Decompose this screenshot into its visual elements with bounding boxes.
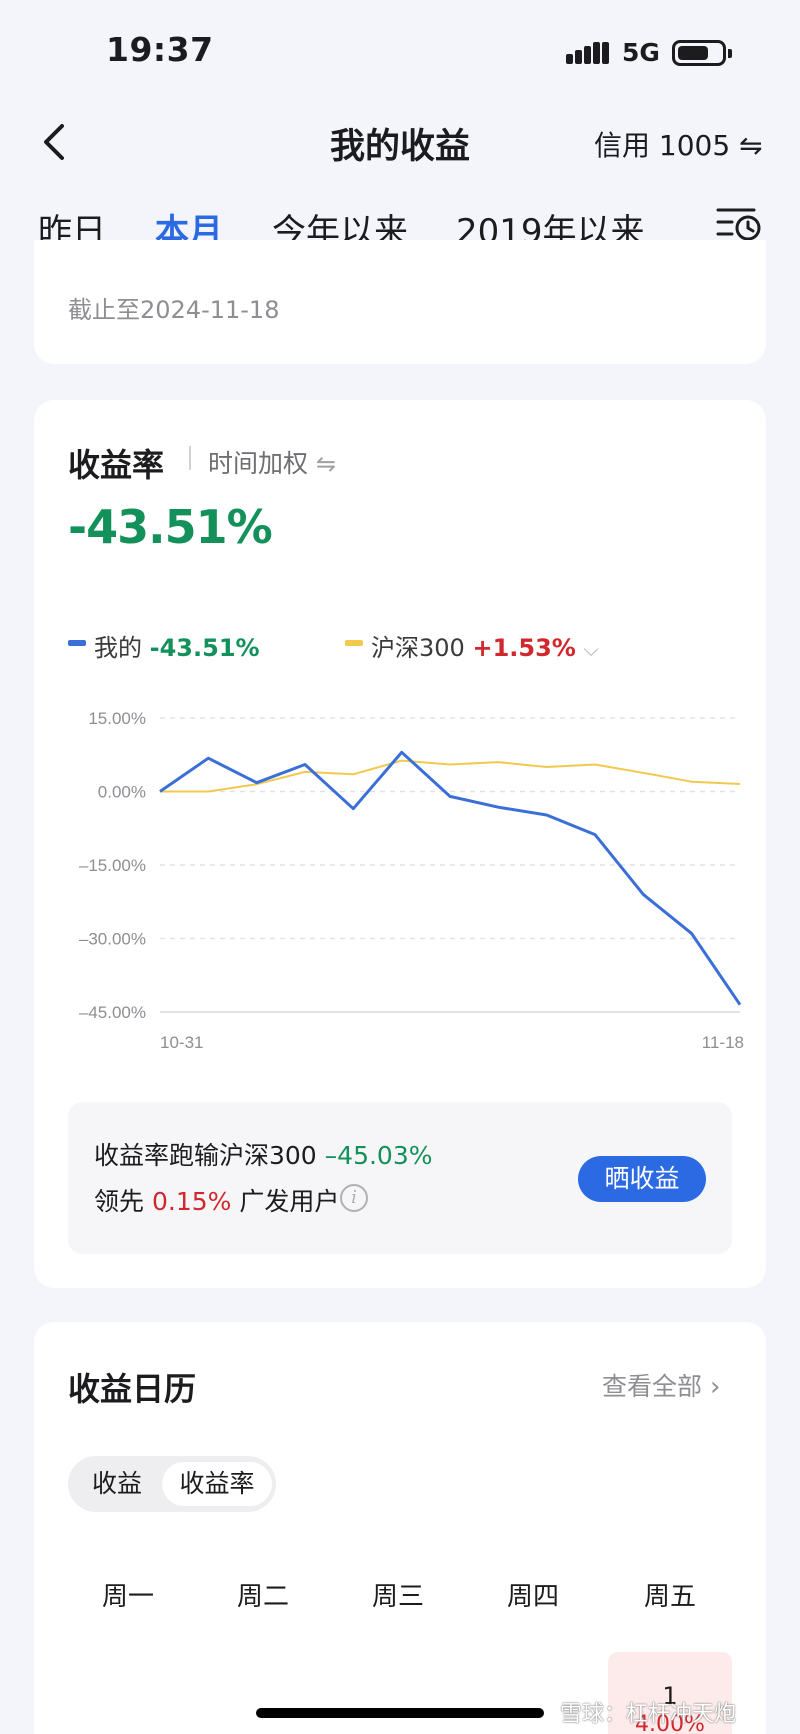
peer-rank-line: 领先 0.15% 广发用户 bbox=[94, 1182, 339, 1218]
legend-mine: 我的 -43.51% bbox=[94, 628, 260, 663]
legend-value-mine: -43.51% bbox=[149, 634, 260, 662]
status-time: 19:37 bbox=[106, 30, 214, 69]
legend-value-csi300: +1.53% bbox=[472, 634, 576, 662]
peer-rank-prefix: 领先 bbox=[94, 1187, 145, 1216]
return-rate-title: 收益率 bbox=[68, 446, 165, 484]
y-tick-label: –45.00% bbox=[79, 1003, 146, 1022]
weekday-mon: 周一 bbox=[101, 1582, 154, 1612]
peer-rank-suffix: 广发用户 bbox=[239, 1187, 340, 1216]
return-rate-line-chart: 15.00% 0.00% –15.00% –30.00% –45.00% 10-31 11-… bbox=[79, 709, 744, 1050]
network-type: 5G bbox=[622, 38, 660, 67]
peer-rank-value: 0.15% bbox=[151, 1187, 232, 1216]
x-tick-label: 10-31 bbox=[160, 1033, 203, 1050]
x-tick-label: 11-18 bbox=[702, 1033, 744, 1050]
legend-label-csi300: 沪深300 bbox=[371, 634, 465, 662]
vs-benchmark-line: 收益率跑输沪深300 –45.03% bbox=[94, 1136, 433, 1172]
share-returns-button[interactable]: 晒收益 bbox=[578, 1156, 706, 1202]
segment-return-rate[interactable]: 收益率 bbox=[162, 1462, 272, 1506]
legend-label-mine: 我的 bbox=[94, 634, 142, 662]
as-of-date: 截止至2024-11-18 bbox=[68, 296, 280, 324]
chevron-right-icon: › bbox=[709, 1372, 721, 1402]
view-all-label: 查看全部 bbox=[602, 1372, 703, 1401]
signal-icon bbox=[566, 42, 609, 64]
back-chevron-icon[interactable] bbox=[40, 120, 70, 164]
weekday-fri: 周五 bbox=[643, 1582, 696, 1612]
legend-csi300[interactable]: 沪深300 +1.53% ⌵ bbox=[371, 628, 599, 663]
history-filter-icon[interactable] bbox=[716, 204, 762, 242]
segment-returns[interactable]: 收益 bbox=[74, 1462, 160, 1506]
series-line-mine bbox=[159, 750, 742, 1006]
home-indicator bbox=[256, 1708, 544, 1718]
info-icon[interactable]: i bbox=[340, 1184, 368, 1212]
weekday-tue: 周二 bbox=[236, 1582, 289, 1612]
weekday-wed: 周三 bbox=[371, 1582, 424, 1612]
view-all-link[interactable]: 查看全部 › bbox=[602, 1367, 720, 1403]
weekday-thu: 周四 bbox=[506, 1582, 559, 1612]
vs-benchmark-value: –45.03% bbox=[324, 1141, 433, 1170]
benchmark-dropdown-icon[interactable]: ⌵ bbox=[583, 637, 598, 661]
legend-swatch-mine bbox=[68, 640, 86, 646]
divider bbox=[189, 446, 191, 470]
y-tick-label: –30.00% bbox=[79, 930, 146, 949]
watermark: 雪球：杠杆冲天炮 bbox=[560, 1702, 737, 1727]
y-tick-label: 0.00% bbox=[98, 783, 146, 802]
weighting-label: 时间加权 bbox=[208, 449, 309, 478]
swap-icon: ⇋ bbox=[315, 450, 337, 478]
weighting-toggle[interactable]: 时间加权 ⇋ bbox=[208, 444, 336, 480]
y-tick-label: 15.00% bbox=[88, 709, 146, 728]
battery-icon bbox=[672, 40, 732, 66]
return-rate-value: -43.51% bbox=[68, 500, 273, 554]
account-switch[interactable]: 信用 1005 ⇋ bbox=[594, 124, 763, 164]
y-tick-label: –15.00% bbox=[79, 856, 146, 875]
vs-benchmark-label: 收益率跑输沪深300 bbox=[94, 1141, 317, 1170]
series-line-csi300 bbox=[160, 759, 741, 793]
calendar-title: 收益日历 bbox=[68, 1370, 197, 1408]
legend-swatch-csi300 bbox=[345, 640, 363, 646]
